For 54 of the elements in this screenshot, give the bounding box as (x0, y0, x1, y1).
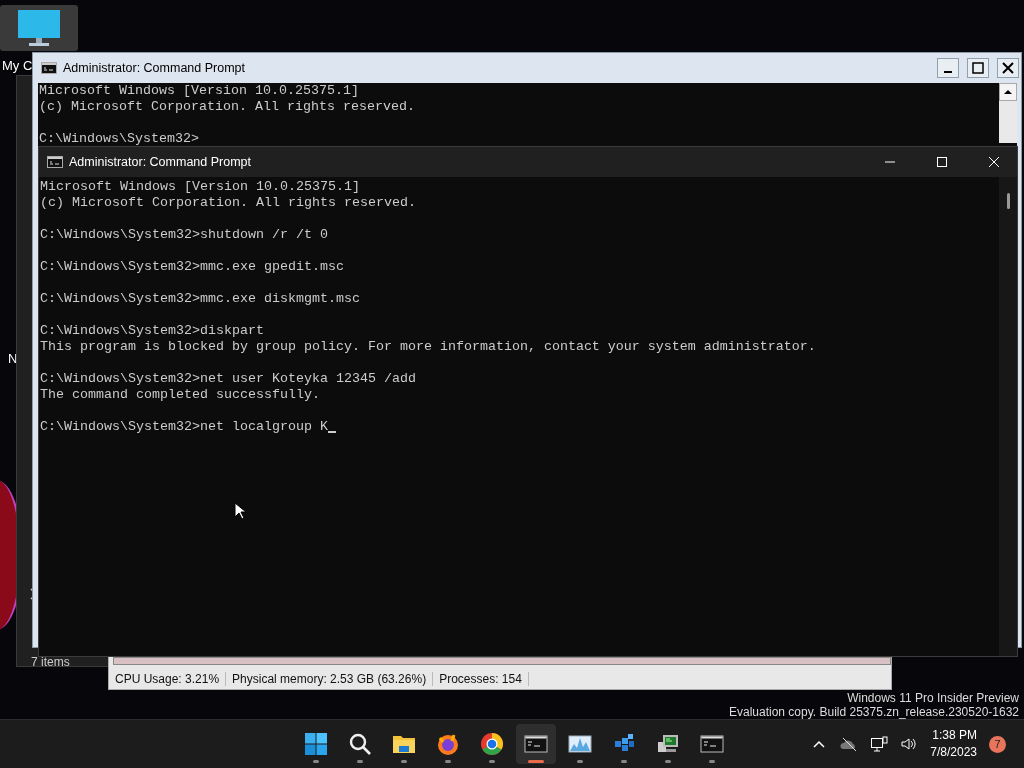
console-icon (47, 156, 63, 168)
console-line: Microsoft Windows [Version 10.0.25375.1] (40, 179, 360, 195)
watermark-text: Evaluation copy. Build 25375.zn_release.230520-1632 (729, 705, 1019, 719)
minimize-button[interactable] (937, 58, 959, 78)
console-line: (c) Microsoft Corporation. All rights reserved. (40, 195, 416, 211)
search-icon[interactable] (348, 732, 372, 756)
scroll-up-icon[interactable] (999, 83, 1017, 101)
console-line: (c) Microsoft Corporation. All rights reserved. (39, 99, 415, 115)
volume-icon[interactable] (900, 735, 919, 753)
close-icon (988, 156, 1000, 168)
notification-badge[interactable]: 7 (989, 735, 1006, 753)
cloud-icon[interactable] (840, 735, 859, 753)
scroll-thumb[interactable] (1006, 193, 1010, 209)
maximize-icon (972, 62, 984, 74)
terminal-icon[interactable] (700, 732, 724, 756)
taskbar-app[interactable] (516, 724, 556, 764)
watermark-text: Windows 11 Pro Insider Preview (846, 691, 1019, 705)
close-button[interactable] (997, 58, 1019, 78)
desktop-icon-tile[interactable] (0, 5, 78, 51)
status-text: Physical memory: 2.53 GB (63.26%) (226, 672, 434, 686)
status-text: Processes: 154 (433, 672, 529, 686)
item-count: 7 items (31, 655, 70, 669)
maximize-button[interactable] (967, 58, 989, 78)
console-line: C:\Windows\System32>mmc.exe diskmgmt.msc (40, 291, 360, 307)
console-line: C:\Windows\System32>net localgroup K (40, 419, 328, 435)
status-text: CPU Usage: 3.21% (109, 672, 227, 686)
scrollbar[interactable] (999, 177, 1017, 656)
window-title: Administrator: Command Prompt (63, 61, 246, 75)
console-line: Microsoft Windows [Version 10.0.25375.1] (39, 83, 359, 99)
clock-date[interactable]: 7/8/2023 (930, 744, 977, 761)
fox-browser-icon[interactable] (436, 732, 460, 756)
close-icon (1002, 62, 1014, 74)
maximize-icon (936, 156, 948, 168)
console-line: C:\Windows\System32>mmc.exe gpedit.msc (40, 259, 344, 275)
console-line: The command completed successfully. (40, 387, 320, 403)
chart-icon[interactable] (568, 732, 592, 756)
scrollbar[interactable] (999, 83, 1017, 143)
monitor-icon (16, 8, 62, 48)
desktop-icon-label: N (8, 351, 18, 366)
console-line: C:\Windows\System32>diskpart (40, 323, 264, 339)
console-line: C:\Windows\System32>shutdown /r /t 0 (40, 227, 328, 243)
minimize-icon (944, 71, 952, 73)
console-line: C:\Windows\System32> (39, 131, 199, 147)
window-title: Administrator: Command Prompt (69, 155, 252, 169)
start-icon[interactable] (304, 732, 328, 756)
clock-time[interactable]: 1:38 PM (930, 727, 977, 744)
console-icon (41, 62, 57, 74)
ring-browser-icon[interactable] (480, 732, 504, 756)
terminal-icon[interactable] (524, 732, 548, 756)
mouse-pointer-icon (234, 502, 246, 520)
console-line: C:\Windows\System32>net user Koteyka 12345 /add (40, 371, 416, 387)
console-line: This program is blocked by group policy. For more information, contact your system administrator. (40, 339, 816, 355)
desktop-icon-label: My C (2, 58, 33, 73)
network-icon[interactable] (870, 735, 889, 753)
